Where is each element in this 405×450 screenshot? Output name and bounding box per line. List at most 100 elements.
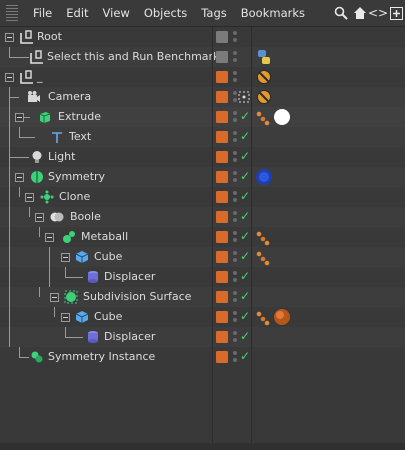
menu-bookmarks[interactable]: Bookmarks: [234, 6, 312, 20]
column-divider[interactable]: [251, 27, 252, 443]
tree-row[interactable]: Camera: [0, 87, 405, 107]
enabled-check-icon[interactable]: ✓: [240, 129, 250, 143]
target-tag-icon[interactable]: [238, 91, 250, 103]
collapse-toggle-icon[interactable]: [61, 253, 70, 262]
tree-row[interactable]: Symmetry ✓: [0, 167, 405, 187]
tree-row[interactable]: Displacer ✓: [0, 267, 405, 287]
visibility-dots-icon[interactable]: [233, 170, 239, 184]
enabled-check-icon[interactable]: ✓: [240, 189, 250, 203]
visibility-dots-icon[interactable]: [233, 30, 239, 44]
menu-view[interactable]: View: [96, 6, 137, 20]
visibility-dots-icon[interactable]: [233, 290, 239, 304]
layer-swatch[interactable]: [216, 151, 228, 163]
column-divider[interactable]: [212, 27, 213, 443]
visibility-dots-icon[interactable]: [233, 210, 239, 224]
layer-swatch[interactable]: [216, 171, 228, 183]
layer-swatch[interactable]: [216, 251, 228, 263]
visibility-dots-icon[interactable]: [233, 330, 239, 344]
layer-swatch[interactable]: [216, 191, 228, 203]
subdivision-surface-icon: [64, 290, 78, 304]
collapse-toggle-icon[interactable]: [15, 113, 24, 122]
enabled-check-icon[interactable]: ✓: [240, 329, 250, 343]
layer-swatch[interactable]: [216, 311, 228, 323]
tree-row[interactable]: Light ✓: [0, 147, 405, 167]
layer-swatch[interactable]: [216, 51, 228, 63]
enabled-check-icon[interactable]: ✓: [240, 209, 250, 223]
tree-row[interactable]: Displacer ✓: [0, 327, 405, 347]
grip-handle-icon[interactable]: [6, 5, 18, 21]
white-sphere-material-icon[interactable]: [273, 108, 291, 126]
tree-row[interactable]: _: [0, 67, 405, 87]
visibility-dots-icon[interactable]: [233, 230, 239, 244]
layer-swatch[interactable]: [216, 351, 228, 363]
layer-swatch[interactable]: [216, 331, 228, 343]
forbidden-tag-icon[interactable]: [256, 69, 272, 85]
collapse-toggle-icon[interactable]: [50, 293, 59, 302]
tree-row[interactable]: Select this and Run Benchmark: [0, 47, 405, 67]
enabled-check-icon[interactable]: ✓: [240, 169, 250, 183]
layer-swatch[interactable]: [216, 291, 228, 303]
collapse-toggle-icon[interactable]: [25, 193, 34, 202]
material-dots-tag-icon[interactable]: [255, 110, 271, 126]
collapse-toggle-icon[interactable]: [61, 313, 70, 322]
visibility-dots-icon[interactable]: [233, 250, 239, 264]
layer-swatch[interactable]: [216, 131, 228, 143]
link-arrows-icon[interactable]: <>: [368, 4, 388, 22]
material-dots-tag-icon[interactable]: [255, 250, 271, 266]
layer-swatch[interactable]: [216, 211, 228, 223]
enabled-check-icon[interactable]: ✓: [240, 109, 250, 123]
tree-row[interactable]: Root: [0, 27, 405, 47]
visibility-dots-icon[interactable]: [233, 110, 239, 124]
visibility-dots-icon[interactable]: [233, 310, 239, 324]
material-dots-tag-icon[interactable]: [255, 230, 271, 246]
collapse-toggle-icon[interactable]: [45, 233, 54, 242]
menu-file[interactable]: File: [26, 6, 59, 20]
tree-row[interactable]: Extrude ✓: [0, 107, 405, 127]
forbidden-tag-icon[interactable]: [256, 89, 272, 105]
add-icon[interactable]: [387, 4, 405, 22]
tree-row[interactable]: Text ✓: [0, 127, 405, 147]
material-dots-tag-icon[interactable]: [255, 310, 271, 326]
visibility-dots-icon[interactable]: [233, 150, 239, 164]
collapse-toggle-icon[interactable]: [5, 33, 14, 42]
tree-row[interactable]: Subdivision Surface ✓: [0, 287, 405, 307]
home-icon[interactable]: [351, 4, 369, 22]
enabled-check-icon[interactable]: ✓: [240, 349, 250, 363]
visibility-dots-icon[interactable]: [233, 70, 239, 84]
menu-tags[interactable]: Tags: [194, 6, 233, 20]
enabled-check-icon[interactable]: ✓: [240, 229, 250, 243]
tree-row[interactable]: Cube ✓: [0, 307, 405, 327]
layer-swatch[interactable]: [216, 91, 228, 103]
collapse-toggle-icon[interactable]: [15, 173, 24, 182]
layer-swatch[interactable]: [216, 31, 228, 43]
cube-icon: [75, 251, 89, 263]
visibility-dots-icon[interactable]: [233, 270, 239, 284]
menu-edit[interactable]: Edit: [59, 6, 95, 20]
tree-row[interactable]: Cube ✓: [0, 247, 405, 267]
enabled-check-icon[interactable]: ✓: [240, 149, 250, 163]
visibility-dots-icon[interactable]: [233, 130, 239, 144]
enabled-check-icon[interactable]: ✓: [240, 289, 250, 303]
python-tag-icon[interactable]: [256, 49, 272, 65]
menu-objects[interactable]: Objects: [137, 6, 194, 20]
tree-row[interactable]: Symmetry Instance ✓: [0, 347, 405, 367]
layer-swatch[interactable]: [216, 71, 228, 83]
visibility-dots-icon[interactable]: [233, 350, 239, 364]
enabled-check-icon[interactable]: ✓: [240, 249, 250, 263]
layer-swatch[interactable]: [216, 111, 228, 123]
tree-row[interactable]: Clone ✓: [0, 187, 405, 207]
orange-sphere-material-icon[interactable]: [273, 308, 291, 326]
blue-sphere-material-icon[interactable]: [255, 168, 273, 186]
layer-swatch[interactable]: [216, 231, 228, 243]
collapse-toggle-icon[interactable]: [35, 213, 44, 222]
tree-row[interactable]: Metaball ✓: [0, 227, 405, 247]
layer-swatch[interactable]: [216, 271, 228, 283]
visibility-dots-icon[interactable]: [233, 50, 239, 64]
enabled-check-icon[interactable]: ✓: [240, 309, 250, 323]
collapse-toggle-icon[interactable]: [5, 73, 14, 82]
visibility-dots-icon[interactable]: [233, 190, 239, 204]
tree-row[interactable]: Boole ✓: [0, 207, 405, 227]
enabled-check-icon[interactable]: ✓: [240, 269, 250, 283]
search-icon[interactable]: [332, 4, 350, 22]
object-label: Subdivision Surface: [83, 290, 192, 303]
